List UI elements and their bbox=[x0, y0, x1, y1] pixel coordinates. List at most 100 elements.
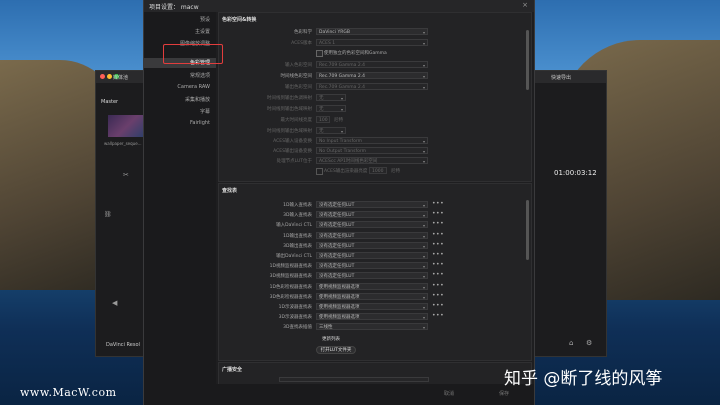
color-science-dropdown[interactable]: DaVinci YRGB ▾ bbox=[316, 28, 428, 35]
lut-dropdown[interactable]: 没有选定任何LUT ▾ bbox=[316, 221, 428, 229]
lut-dropdown[interactable]: 使用视频监视器选项 ▾ bbox=[316, 282, 428, 290]
gamut-mapping-2-dropdown[interactable]: 无 ▾ bbox=[316, 127, 346, 134]
close-traffic-light[interactable] bbox=[100, 74, 105, 79]
resolve-app-name: DaVinci Resol bbox=[106, 342, 140, 348]
dropdown-value: 无 bbox=[319, 129, 324, 134]
lut-dropdown[interactable]: 没有选定任何LUT ▾ bbox=[316, 272, 428, 280]
lut-dropdown[interactable]: 没有选定任何LUT ▾ bbox=[316, 241, 428, 249]
more-options-button[interactable]: ••• bbox=[432, 261, 444, 268]
dropdown-value: Rec.709 Gamma 2.4 bbox=[319, 85, 365, 90]
lut-dropdown[interactable]: 没有选定任何LUT ▾ bbox=[316, 211, 428, 219]
open-lut-folder-button[interactable]: 打开LUT文件夹 bbox=[316, 346, 356, 354]
row-label: 处理节点LUT位于 bbox=[276, 159, 312, 164]
media-pool-label[interactable]: 媒体池 bbox=[113, 74, 128, 81]
more-options-button[interactable]: ••• bbox=[432, 251, 444, 258]
link-icon[interactable]: ⛓ bbox=[104, 211, 112, 218]
gamut-mapping-dropdown[interactable]: 无 ▾ bbox=[316, 105, 346, 112]
chevron-down-icon: ▾ bbox=[422, 223, 425, 229]
dialog-footer bbox=[144, 384, 534, 405]
more-options-button[interactable]: ••• bbox=[432, 231, 444, 238]
quick-export-label[interactable]: 快速导出 bbox=[551, 74, 571, 81]
field-value: 100 bbox=[319, 118, 328, 123]
watermark-left: www.MacW.com bbox=[20, 386, 117, 399]
aces-nits-field[interactable]: 1000 bbox=[369, 167, 387, 174]
more-options-button[interactable]: ••• bbox=[432, 241, 444, 248]
watermark-right: 知乎 @断了线的风筝 bbox=[504, 369, 663, 389]
cancel-button[interactable]: 取消 bbox=[444, 390, 454, 397]
chevron-down-icon: ▾ bbox=[422, 243, 425, 249]
aces-output-checkbox[interactable] bbox=[316, 168, 323, 175]
nits-unit-2: 尼特 bbox=[391, 169, 400, 174]
lut-row-label: 输入DaVinci CTL bbox=[276, 223, 312, 229]
more-options-button[interactable]: ••• bbox=[432, 271, 444, 278]
input-color-space-dropdown[interactable]: Rec.709 Gamma 2.4 ▾ bbox=[316, 61, 428, 68]
dropdown-value: No Output Transform bbox=[319, 149, 366, 154]
row-label: 色彩科学 bbox=[294, 30, 312, 35]
timeline-color-space-dropdown[interactable]: Rec.709 Gamma 2.4 ▾ bbox=[316, 72, 428, 79]
sidebar-item-presets[interactable]: 预设 bbox=[200, 16, 210, 23]
more-options-button[interactable]: ••• bbox=[432, 200, 444, 207]
color-management-highlight bbox=[163, 44, 223, 64]
output-color-space-dropdown[interactable]: Rec.709 Gamma 2.4 ▾ bbox=[316, 83, 428, 90]
row-label: 时间线到输出色调映射 bbox=[267, 96, 312, 101]
row-label: 时间线到输出色域映射 bbox=[267, 129, 312, 134]
lut-dropdown[interactable]: 没有选定任何LUT ▾ bbox=[316, 262, 428, 270]
row-label: 输出色彩空间 bbox=[285, 85, 312, 90]
chevron-down-icon: ▾ bbox=[422, 30, 425, 35]
settings-sidebar: 预设 主设置 图像缩放调整 色彩管理 常规选项 Camera RAW 采集和播放… bbox=[144, 12, 216, 405]
home-icon[interactable]: ⌂ bbox=[569, 339, 573, 347]
more-options-button[interactable]: ••• bbox=[432, 292, 444, 299]
dialog-titlebar: 项目设置： macw × bbox=[144, 0, 534, 12]
row-label: 时间线到输出色域映射 bbox=[267, 107, 312, 112]
aces-odt-dropdown[interactable]: No Output Transform ▾ bbox=[316, 147, 428, 154]
tone-mapping-dropdown[interactable]: 无 ▾ bbox=[316, 94, 346, 101]
dialog-title: 项目设置： macw bbox=[149, 4, 199, 11]
chevron-down-icon: ▾ bbox=[422, 159, 425, 164]
dropdown-value: 没有选定任何LUT bbox=[319, 203, 355, 208]
scissors-icon[interactable]: ✂ bbox=[123, 171, 129, 179]
dropdown-value: 三线性 bbox=[319, 325, 333, 331]
more-options-button[interactable]: ••• bbox=[432, 220, 444, 227]
dropdown-value: 使用视频监视器选项 bbox=[319, 294, 360, 300]
lut-dropdown[interactable]: 三线性 ▾ bbox=[316, 323, 428, 331]
lut-dropdown[interactable]: 使用视频监视器选项 ▾ bbox=[316, 292, 428, 300]
nits-unit: 尼特 bbox=[334, 118, 343, 123]
lut-dropdown[interactable]: 使用视频监视器选项 ▾ bbox=[316, 313, 428, 321]
lut-dropdown[interactable]: 使用视频监视器选项 ▾ bbox=[316, 303, 428, 310]
separate-gamma-checkbox[interactable] bbox=[316, 50, 323, 57]
dropdown-value: 没有选定任何LUT bbox=[319, 213, 355, 219]
clip-thumbnail[interactable] bbox=[108, 115, 146, 137]
broadcast-dropdown[interactable] bbox=[279, 377, 429, 382]
refresh-list-button[interactable]: 更新列表 bbox=[316, 336, 346, 344]
more-options-button[interactable]: ••• bbox=[432, 312, 444, 319]
chevron-down-icon: ▾ bbox=[422, 85, 425, 90]
lut-row-label: 3D色彩检视器查找表 bbox=[269, 294, 312, 300]
dropdown-value: No Input Transform bbox=[319, 139, 363, 144]
lut-row-label: 3D输出查找表 bbox=[283, 243, 312, 249]
lut-dropdown[interactable]: 没有选定任何LUT ▾ bbox=[316, 252, 428, 259]
more-options-button[interactable]: ••• bbox=[432, 302, 444, 309]
aces-output-label: ACES输出渲染器亮度 bbox=[324, 169, 368, 174]
more-options-button[interactable]: ••• bbox=[432, 282, 444, 289]
lut-dropdown[interactable]: 没有选定任何LUT ▾ bbox=[316, 201, 428, 208]
aces-version-dropdown[interactable]: ACES 1 ▾ bbox=[316, 39, 428, 46]
aces-idt-dropdown[interactable]: No Input Transform ▾ bbox=[316, 137, 428, 144]
close-icon[interactable]: × bbox=[522, 1, 528, 9]
sidebar-item-camera-raw[interactable]: Camera RAW bbox=[177, 84, 210, 90]
max-luminance-field[interactable]: 100 bbox=[316, 116, 330, 123]
lut-processing-dropdown[interactable]: ACEScc AP1时间线色彩空间 ▾ bbox=[316, 157, 428, 164]
scrollbar[interactable] bbox=[526, 30, 529, 90]
speaker-icon[interactable]: ◀ bbox=[112, 299, 117, 307]
chevron-down-icon: ▾ bbox=[422, 41, 425, 46]
lut-dropdown[interactable]: 没有选定任何LUT ▾ bbox=[316, 231, 428, 239]
chevron-down-icon: ▾ bbox=[422, 274, 425, 280]
minimize-traffic-light[interactable] bbox=[107, 74, 112, 79]
scrollbar[interactable] bbox=[526, 200, 529, 260]
dropdown-value: 没有选定任何LUT bbox=[319, 264, 355, 270]
gear-icon[interactable]: ⚙ bbox=[586, 339, 592, 347]
more-options-button[interactable]: ••• bbox=[432, 210, 444, 217]
dropdown-value: 无 bbox=[319, 96, 324, 101]
save-button[interactable]: 保存 bbox=[499, 390, 509, 397]
chevron-down-icon: ▾ bbox=[422, 213, 425, 219]
dropdown-value: 使用视频监视器选项 bbox=[319, 284, 360, 290]
